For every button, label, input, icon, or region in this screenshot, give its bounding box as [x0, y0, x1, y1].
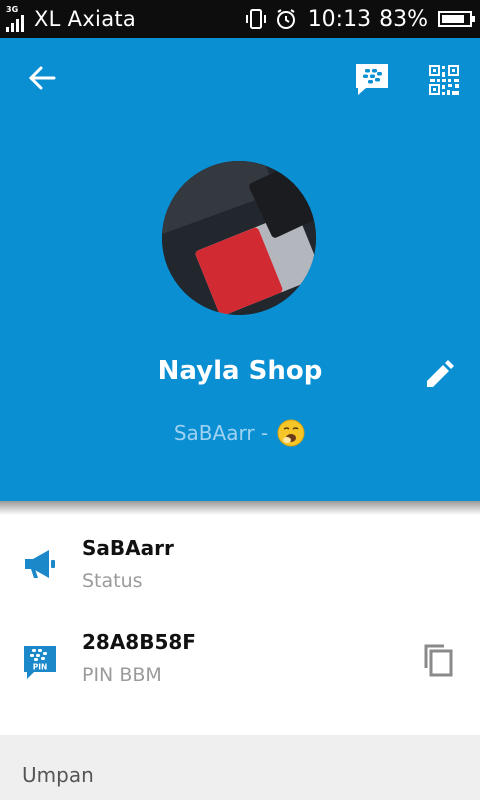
battery-fill	[442, 15, 464, 23]
pin-value[interactable]: 28A8B58F	[82, 630, 196, 654]
battery-icon	[438, 11, 475, 27]
status-bar: 3G XL Axiata 10:13 83%	[0, 0, 480, 38]
feed-heading: Umpan	[22, 763, 94, 787]
pin-icon-label: PIN	[33, 663, 48, 672]
signal-icon	[6, 12, 26, 32]
status-bar-right: 10:13 83%	[244, 0, 475, 38]
arrow-left-icon[interactable]	[24, 60, 60, 96]
header-shadow	[0, 501, 480, 515]
status-row[interactable]: SaBAarr Status	[0, 520, 480, 610]
avatar-photo	[162, 161, 316, 315]
status-bar-left: 3G XL Axiata	[6, 0, 136, 38]
profile-name: Nayla Shop	[157, 356, 323, 386]
status-label: Status	[82, 570, 143, 592]
status-value: SaBAarr	[82, 536, 174, 560]
megaphone-icon	[25, 550, 55, 578]
clock: 10:13	[307, 6, 372, 32]
carrier-name: XL Axiata	[34, 7, 137, 31]
profile-header: Nayla Shop SaBAarr -	[0, 38, 480, 501]
yawning-emoji-icon	[277, 419, 305, 447]
pencil-icon[interactable]	[424, 360, 454, 390]
qr-code-icon[interactable]	[428, 64, 460, 96]
profile-status-message: SaBAarr -	[0, 418, 480, 448]
profile-avatar[interactable]	[162, 161, 316, 315]
battery-percent: 83%	[379, 6, 428, 32]
network-type: 3G	[6, 5, 19, 14]
profile-status-text: SaBAarr -	[173, 421, 269, 445]
feed-section: Umpan	[0, 735, 480, 800]
pin-row[interactable]: PIN 28A8B58F PIN BBM	[0, 614, 480, 704]
bbm-pin-icon: PIN	[24, 646, 56, 679]
bbm-chat-icon[interactable]	[354, 62, 390, 96]
vibrate-icon	[245, 9, 266, 29]
alarm-icon	[276, 9, 295, 29]
pin-label: PIN BBM	[82, 664, 162, 686]
copy-icon[interactable]	[420, 642, 456, 678]
